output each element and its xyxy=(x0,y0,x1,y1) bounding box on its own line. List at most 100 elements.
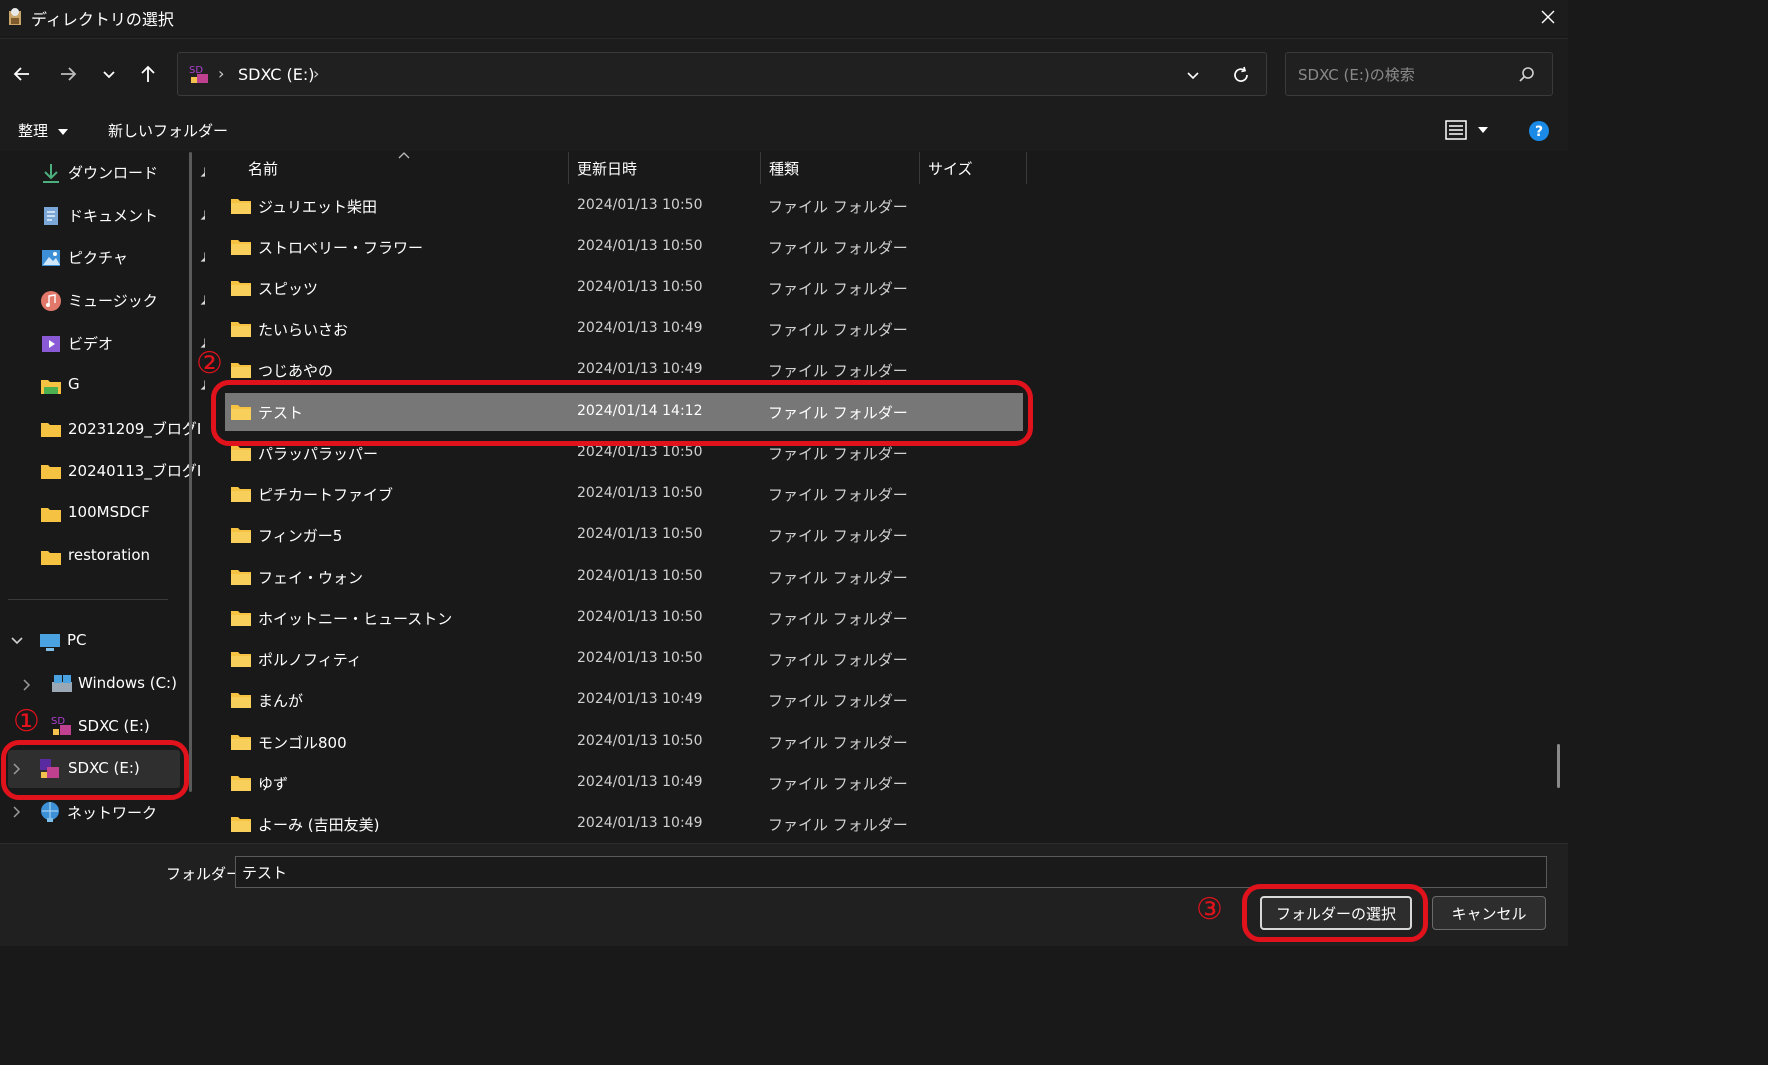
file-type: ファイル フォルダー xyxy=(768,527,908,545)
folder-icon xyxy=(231,240,251,255)
navigation-bar: SD › SDXC (E:) › xyxy=(0,38,1568,111)
up-button[interactable] xyxy=(130,56,166,92)
refresh-button[interactable] xyxy=(1231,65,1251,85)
file-row[interactable]: よーみ (吉田友美) 2024/01/13 10:49 ファイル フォルダー xyxy=(225,805,1023,843)
pictures-icon xyxy=(42,250,60,266)
search-input[interactable] xyxy=(1296,63,1510,87)
column-divider[interactable] xyxy=(1026,152,1027,184)
file-date: 2024/01/13 10:50 xyxy=(577,197,703,213)
refresh-icon xyxy=(1234,66,1248,82)
column-header-date[interactable]: 更新日時 xyxy=(577,158,637,179)
file-row[interactable]: ホイットニー・ヒューストン 2024/01/13 10:50 ファイル フォルダ… xyxy=(225,599,1023,637)
sidebar-item-folder[interactable]: restoration xyxy=(40,538,190,574)
file-row[interactable]: たいらいさお 2024/01/13 10:49 ファイル フォルダー xyxy=(225,310,1023,348)
back-button[interactable] xyxy=(4,56,40,92)
chevron-down-icon xyxy=(1187,72,1199,80)
sidebar-item-folder[interactable]: 20231209_ブログI xyxy=(40,410,201,446)
file-row[interactable]: スピッツ 2024/01/13 10:50 ファイル フォルダー xyxy=(225,269,1023,307)
sidebar-item-pc[interactable]: PC xyxy=(8,623,188,659)
folder-icon xyxy=(41,423,61,437)
file-date: 2024/01/13 10:50 xyxy=(577,568,703,584)
file-list-scrollbar[interactable] xyxy=(1557,744,1560,788)
pc-icon xyxy=(40,634,60,651)
sidebar-item-label: ネットワーク xyxy=(67,804,158,822)
view-options-button[interactable] xyxy=(1445,119,1493,141)
arrow-left-icon xyxy=(13,67,29,81)
organize-button[interactable]: 整理 xyxy=(18,120,69,141)
file-date: 2024/01/13 10:49 xyxy=(577,691,703,707)
folder-icon xyxy=(231,487,251,502)
sidebar-item-music[interactable]: ミュージック xyxy=(40,282,214,318)
file-row[interactable]: ポルノフィティ 2024/01/13 10:50 ファイル フォルダー xyxy=(225,640,1023,678)
cancel-button[interactable]: キャンセル xyxy=(1432,896,1546,930)
sidebar-item-label: G xyxy=(68,375,80,393)
sidebar-scrollbar[interactable] xyxy=(189,152,192,792)
file-date: 2024/01/13 10:49 xyxy=(577,774,703,790)
sidebar-item-pictures[interactable]: ピクチャ xyxy=(40,239,214,275)
folder-icon xyxy=(231,611,251,626)
video-icon xyxy=(42,336,60,352)
new-folder-button[interactable]: 新しいフォルダー xyxy=(108,120,228,141)
breadcrumb-chevron[interactable]: › xyxy=(313,64,319,83)
forward-button[interactable] xyxy=(50,56,86,92)
file-type: ファイル フォルダー xyxy=(768,445,908,463)
file-row[interactable]: モンゴル800 2024/01/13 10:50 ファイル フォルダー xyxy=(225,723,1023,761)
file-date: 2024/01/13 10:50 xyxy=(577,279,703,295)
file-type: ファイル フォルダー xyxy=(768,239,908,257)
file-name: まんが xyxy=(258,692,304,710)
folder-icon xyxy=(231,570,251,585)
folder-icon xyxy=(231,735,251,750)
file-date: 2024/01/13 10:50 xyxy=(577,485,703,501)
file-row[interactable]: ピチカートファイブ 2024/01/13 10:50 ファイル フォルダー xyxy=(225,475,1023,513)
file-date: 2024/01/13 10:49 xyxy=(577,815,703,831)
column-header-name[interactable]: 名前 xyxy=(248,158,278,179)
column-divider[interactable] xyxy=(919,152,920,184)
file-name: パラッパラッパー xyxy=(258,445,379,463)
sidebar-item-g[interactable]: G xyxy=(40,367,214,403)
sidebar-item-folder[interactable]: 20240113_ブログI xyxy=(40,452,201,488)
file-name: ストロベリー・フラワー xyxy=(258,239,424,257)
help-button[interactable]: ? xyxy=(1528,120,1550,142)
file-date: 2024/01/13 10:50 xyxy=(577,238,703,254)
file-row[interactable]: フェイ・ウォン 2024/01/13 10:50 ファイル フォルダー xyxy=(225,558,1023,596)
file-date: 2024/01/13 10:50 xyxy=(577,444,703,460)
sidebar-item-videos[interactable]: ビデオ xyxy=(40,325,214,361)
column-header-size[interactable]: サイズ xyxy=(928,158,973,179)
search-box[interactable] xyxy=(1285,52,1553,96)
address-bar[interactable]: SD › SDXC (E:) › xyxy=(177,52,1267,96)
sidebar-item-label: 20231209_ブログI xyxy=(68,420,202,438)
file-row[interactable]: フィンガー5 2024/01/13 10:50 ファイル フォルダー xyxy=(225,516,1023,554)
arrow-up-icon xyxy=(141,65,155,82)
breadcrumb-sdxc[interactable]: SDXC (E:) xyxy=(238,65,315,84)
file-date: 2024/01/13 10:49 xyxy=(577,320,703,336)
column-divider[interactable] xyxy=(568,152,569,184)
file-row[interactable]: ジュリエット柴田 2024/01/13 10:50 ファイル フォルダー xyxy=(225,187,1023,225)
sidebar-item-windows-c[interactable]: Windows (C:) xyxy=(18,666,190,702)
recent-locations-button[interactable] xyxy=(91,56,127,92)
sidebar-item-label: ミュージック xyxy=(68,292,158,310)
file-row[interactable]: ゆず 2024/01/13 10:49 ファイル フォルダー xyxy=(225,764,1023,802)
address-history-button[interactable] xyxy=(1186,68,1200,82)
sidebar-item-sdxc-child[interactable]: SD SDXC (E:) xyxy=(48,708,188,744)
file-type: ファイル フォルダー xyxy=(768,692,908,710)
file-row[interactable]: ストロベリー・フラワー 2024/01/13 10:50 ファイル フォルダー xyxy=(225,228,1023,266)
sidebar-divider xyxy=(8,599,168,600)
annotation-highlight-test-folder xyxy=(211,380,1033,446)
folder-icon xyxy=(231,776,251,791)
folder-icon xyxy=(41,465,61,479)
window-title: ディレクトリの選択 xyxy=(31,10,174,29)
sidebar-item-folder[interactable]: 100MSDCF xyxy=(40,495,190,531)
sidebar-item-documents[interactable]: ドキュメント xyxy=(40,197,214,233)
music-icon xyxy=(41,291,61,311)
annotation-step-1: ① xyxy=(13,704,40,739)
folder-icon xyxy=(231,281,251,296)
sidebar-item-label: ダウンロード xyxy=(68,164,159,182)
folder-icon xyxy=(231,363,251,378)
column-header-type[interactable]: 種類 xyxy=(769,158,799,179)
title-bar: ディレクトリの選択 xyxy=(0,0,1568,36)
close-button[interactable] xyxy=(1528,0,1568,34)
file-row[interactable]: まんが 2024/01/13 10:49 ファイル フォルダー xyxy=(225,681,1023,719)
folder-icon xyxy=(41,551,61,565)
sidebar-item-downloads[interactable]: ダウンロード xyxy=(40,154,214,190)
column-divider[interactable] xyxy=(760,152,761,184)
